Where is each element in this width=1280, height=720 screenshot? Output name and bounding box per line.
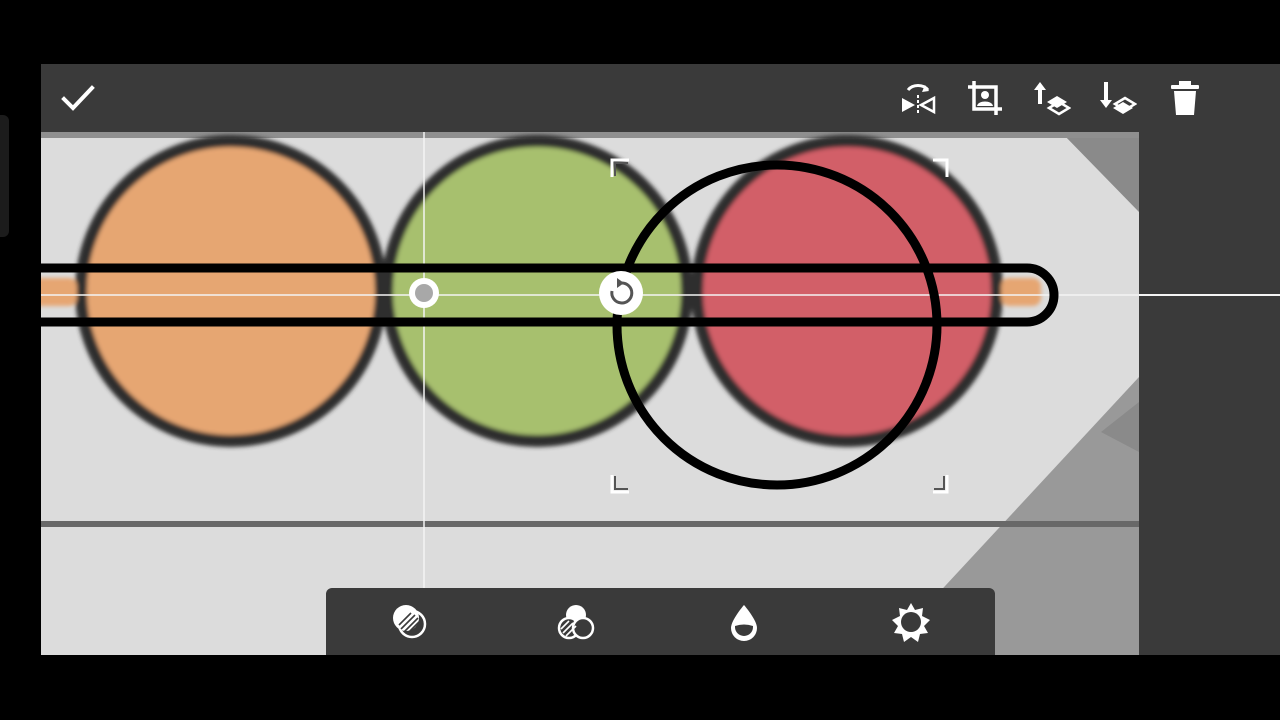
move-layer-down-button[interactable] <box>1095 76 1139 120</box>
brightness-gear-icon <box>892 603 930 642</box>
corner-shape-top-right <box>1061 132 1139 212</box>
crop-button[interactable] <box>963 76 1007 120</box>
right-side-panel <box>1139 132 1280 655</box>
canvas-image <box>41 132 1139 655</box>
rotate-handle[interactable] <box>599 271 643 315</box>
horizontal-line <box>41 521 1139 527</box>
blend-mode-icon <box>393 605 427 639</box>
blend-mode-button[interactable] <box>385 598 433 646</box>
move-layer-up-icon <box>1034 82 1071 116</box>
crop-icon <box>968 81 1002 115</box>
flip-button[interactable] <box>896 76 940 120</box>
move-layer-up-button[interactable] <box>1029 76 1073 120</box>
brightness-button[interactable] <box>887 598 935 646</box>
color-channels-icon <box>557 605 595 640</box>
opacity-drop-icon <box>731 605 757 641</box>
window-title <box>601 84 801 112</box>
confirm-button[interactable] <box>56 76 100 120</box>
editor-window <box>41 64 1280 655</box>
guide-line-extension <box>1139 294 1280 296</box>
bar-cap-right <box>1001 278 1041 306</box>
checkmark-icon <box>61 85 95 111</box>
anchor-handle[interactable] <box>409 278 439 308</box>
left-edge-handle <box>0 115 9 237</box>
bar-cap-left <box>41 278 77 306</box>
orange-circle <box>75 135 387 447</box>
trash-icon <box>1171 81 1199 115</box>
opacity-button[interactable] <box>720 598 768 646</box>
delete-button[interactable] <box>1163 76 1207 120</box>
move-layer-down-icon <box>1100 82 1137 114</box>
top-toolbar <box>41 64 1280 132</box>
flip-horizontal-icon <box>902 84 936 115</box>
channels-button[interactable] <box>552 598 600 646</box>
adjustment-toolbar <box>326 588 995 655</box>
image-canvas[interactable] <box>41 132 1139 655</box>
